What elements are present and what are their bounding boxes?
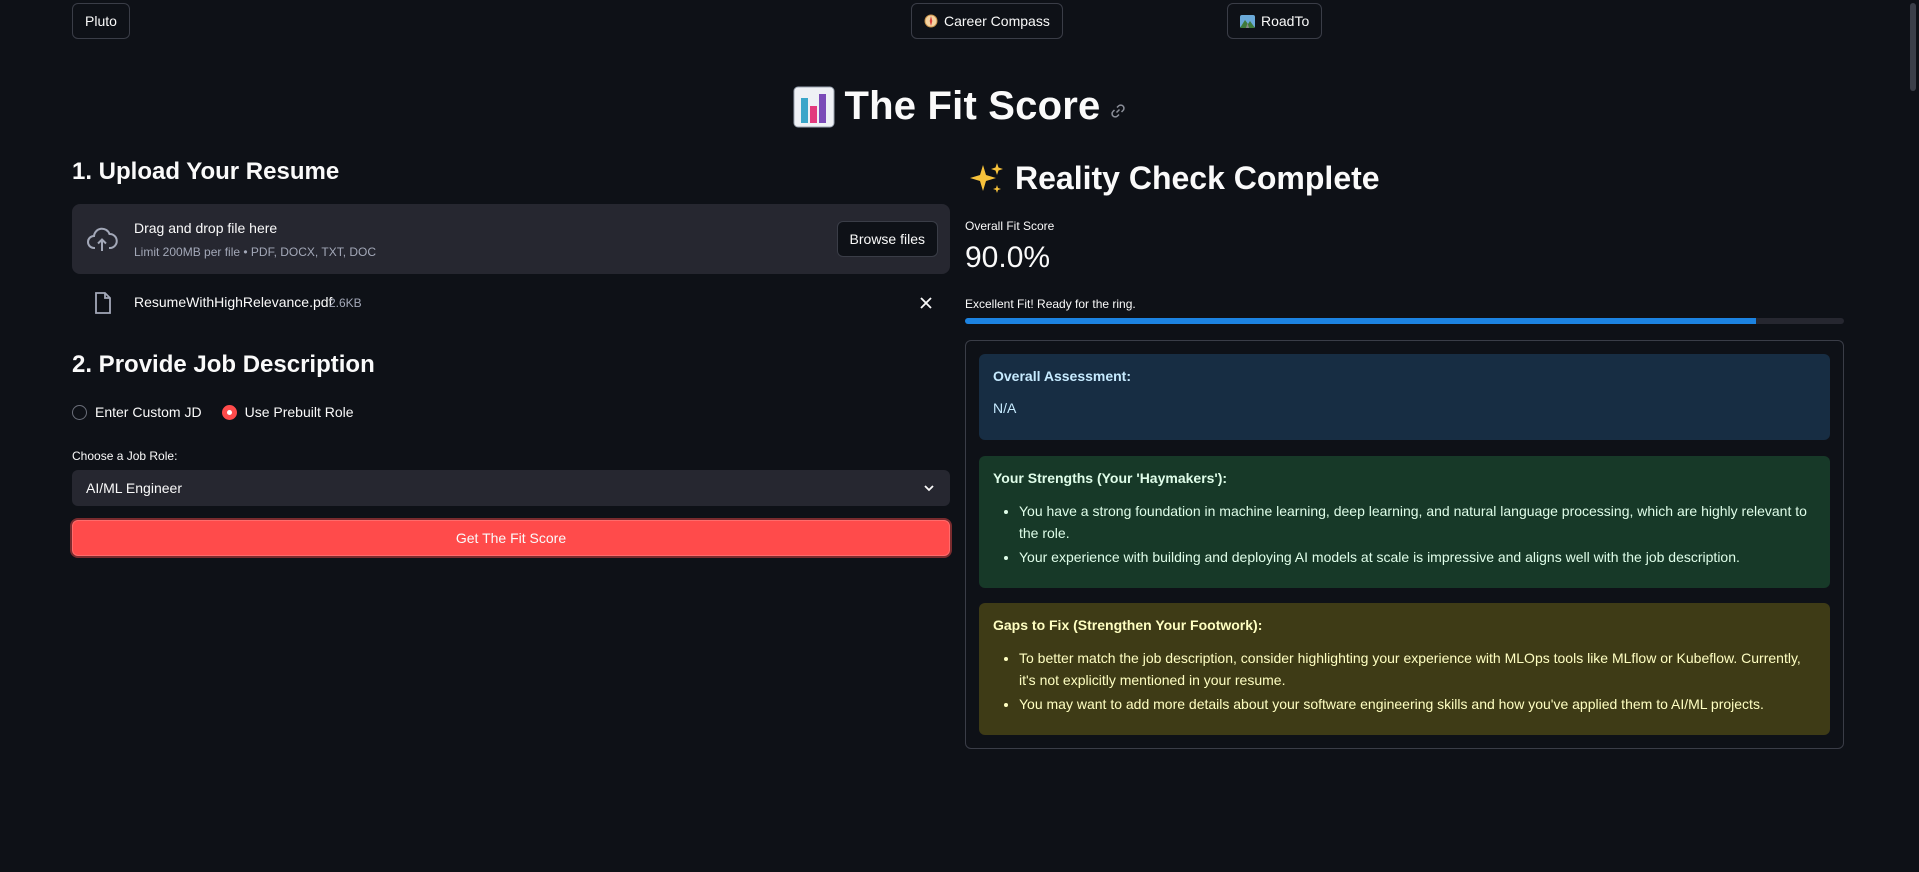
radio-prebuilt-role-label: Use Prebuilt Role [244, 404, 354, 420]
results-container: Overall Assessment: N/A Your Strengths (… [965, 340, 1844, 749]
gap-item: You may want to add more details about y… [1019, 693, 1816, 715]
assessment-title: Overall Assessment: [993, 368, 1131, 384]
job-role-selected-value: AI/ML Engineer [86, 480, 182, 496]
fit-progress-fill [965, 318, 1757, 324]
metric-label: Overall Fit Score [965, 219, 1055, 233]
strengths-panel: Your Strengths (Your 'Haymakers'): You h… [979, 456, 1830, 588]
nav-career-compass-label: Career Compass [944, 13, 1050, 29]
gaps-title: Gaps to Fix (Strengthen Your Footwork): [993, 617, 1263, 633]
upload-heading: 1. Upload Your Resume [72, 158, 340, 185]
page-title: The Fit Score [0, 84, 1919, 129]
nav-roadto-label: RoadTo [1261, 13, 1310, 29]
nav-roadto-button[interactable]: RoadTo [1227, 3, 1323, 39]
assessment-panel: Overall Assessment: N/A [979, 354, 1830, 440]
fit-progress-bar [965, 318, 1844, 324]
job-role-select[interactable]: AI/ML Engineer [72, 470, 950, 506]
strengths-list: You have a strong foundation in machine … [993, 500, 1816, 568]
uploaded-file: ResumeWithHighRelevance.pdf 2.6KB [72, 287, 950, 319]
file-icon [95, 292, 111, 314]
file-dropzone[interactable]: Drag and drop file here Limit 200MB per … [72, 204, 950, 274]
job-description-heading: 2. Provide Job Description [72, 351, 375, 378]
compass-icon [924, 14, 938, 28]
strength-item: You have a strong foundation in machine … [1019, 500, 1816, 544]
metric-value: 90.0% [965, 241, 1051, 274]
nav-career-compass-button[interactable]: Career Compass [911, 3, 1063, 39]
remove-file-icon[interactable] [916, 293, 936, 313]
scrollbar-thumb[interactable] [1910, 3, 1916, 91]
dropzone-text: Drag and drop file here [134, 220, 278, 236]
nav-pluto-button[interactable]: Pluto [72, 3, 130, 39]
radio-custom-jd-circle[interactable] [72, 404, 87, 420]
gap-item: To better match the job description, con… [1019, 647, 1816, 691]
gaps-list: To better match the job description, con… [993, 647, 1816, 715]
job-role-label: Choose a Job Role: [72, 449, 178, 463]
strength-item: Your experience with building and deploy… [1019, 546, 1816, 568]
assessment-body: N/A [993, 400, 1017, 416]
browse-files-button[interactable]: Browse files [836, 221, 938, 257]
radio-custom-jd-label: Enter Custom JD [95, 404, 202, 420]
get-fit-score-button[interactable]: Get The Fit Score [72, 520, 950, 556]
file-size: 2.6KB [329, 296, 362, 310]
cloud-upload-icon [87, 227, 118, 251]
nav-pluto-label: Pluto [85, 13, 117, 29]
page-scrollbar[interactable] [1905, 0, 1919, 872]
jd-source-radio-group: Enter Custom JD Use Prebuilt Role [72, 404, 374, 420]
chevron-down-icon [924, 485, 934, 492]
radio-prebuilt-role[interactable]: Use Prebuilt Role [221, 404, 354, 420]
radio-prebuilt-role-circle[interactable] [221, 404, 237, 420]
gaps-panel: Gaps to Fix (Strengthen Your Footwork): … [979, 603, 1830, 735]
page-title-text: The Fit Score [844, 84, 1101, 128]
progress-text: Excellent Fit! Ready for the ring. [965, 297, 1136, 311]
radio-custom-jd[interactable]: Enter Custom JD [72, 404, 202, 420]
file-name: ResumeWithHighRelevance.pdf [134, 294, 333, 310]
strengths-title: Your Strengths (Your 'Haymakers'): [993, 470, 1228, 486]
bar-chart-icon [793, 86, 834, 127]
results-heading: Reality Check Complete [969, 160, 1380, 197]
results-heading-text: Reality Check Complete [1015, 160, 1380, 196]
road-icon [1240, 14, 1255, 28]
link-icon[interactable] [1110, 103, 1126, 119]
dropzone-limit-text: Limit 200MB per file • PDF, DOCX, TXT, D… [134, 245, 377, 259]
sparkles-icon [970, 162, 1003, 193]
